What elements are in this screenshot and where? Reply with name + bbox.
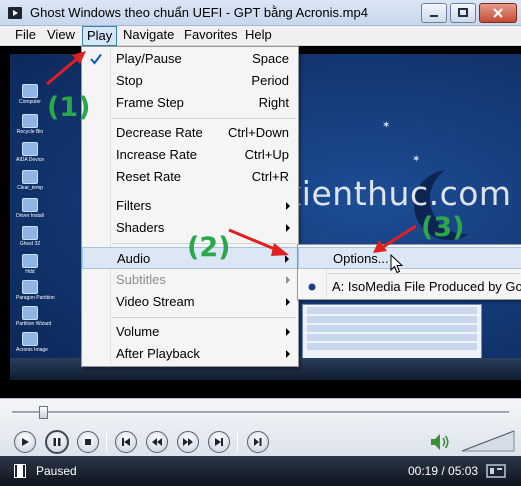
fast-forward-button[interactable] [177, 431, 199, 453]
play-icon [22, 438, 29, 446]
pause-button[interactable] [45, 430, 69, 454]
stop-icon [85, 439, 91, 445]
frame-step-icon [254, 438, 262, 446]
video-file-icon [14, 464, 26, 478]
time-display: 00:19 / 05:03 [408, 464, 479, 478]
arrow-step-2 [228, 228, 289, 256]
stop-button[interactable] [77, 431, 99, 453]
annotation-step-2: (2) [187, 232, 231, 263]
status-bar: Paused 00:19 / 05:03 [0, 456, 521, 486]
rewind-button[interactable] [146, 431, 168, 453]
playback-controls [0, 398, 521, 456]
seek-thumb[interactable] [39, 406, 49, 419]
skip-forward-icon [215, 438, 223, 446]
pause-icon [53, 438, 61, 446]
speaker-icon[interactable] [429, 432, 451, 452]
frame-step-button[interactable] [247, 431, 269, 453]
fast-forward-icon [183, 438, 193, 446]
arrow-step-1 [46, 51, 86, 86]
rewind-icon [152, 438, 162, 446]
seek-bar[interactable] [12, 411, 509, 414]
annotation-step-1: (1) [47, 92, 91, 123]
next-button[interactable] [208, 431, 230, 453]
previous-button[interactable] [115, 431, 137, 453]
skip-back-icon [122, 438, 130, 446]
settings-icon[interactable] [486, 464, 506, 478]
playback-status: Paused [36, 464, 77, 478]
annotation-step-3: (3) [421, 212, 465, 243]
volume-slider[interactable] [460, 429, 516, 453]
arrow-step-3 [373, 224, 417, 253]
play-button[interactable] [14, 431, 36, 453]
